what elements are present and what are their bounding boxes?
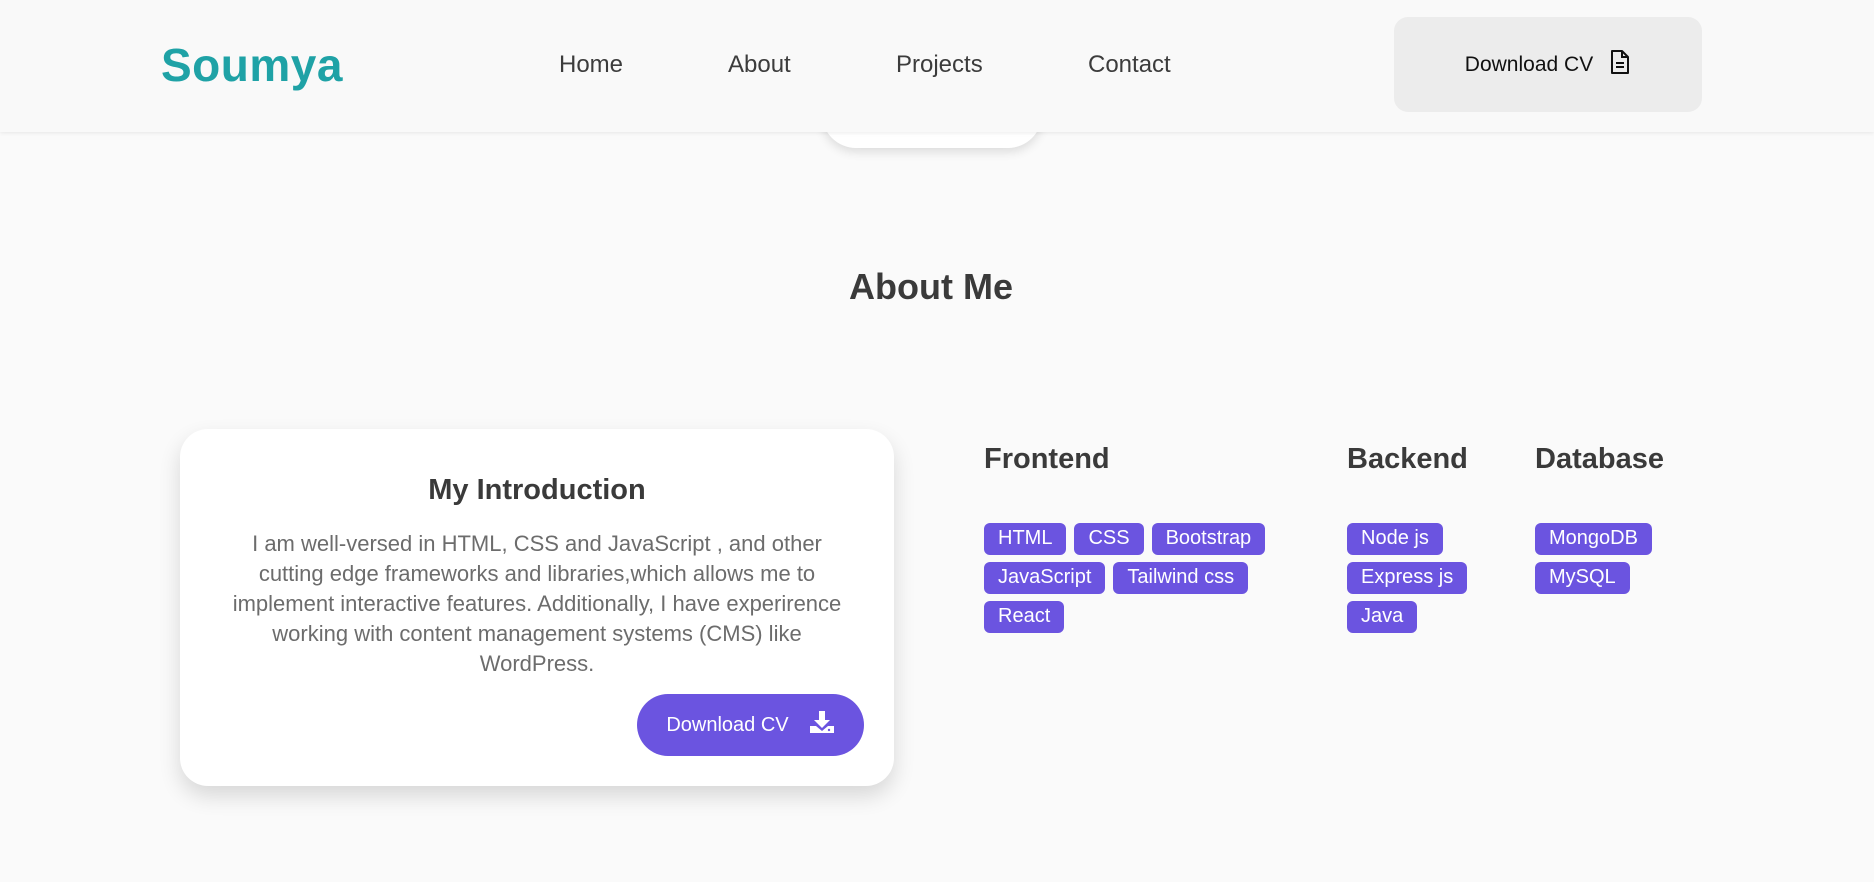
skill-tag: MySQL bbox=[1535, 562, 1630, 594]
skills-backend-tags: Node js Express js Java bbox=[1347, 523, 1497, 633]
navbar: Soumya Home About Projects Contact Downl… bbox=[0, 0, 1874, 132]
download-cv-card-label: Download CV bbox=[666, 713, 789, 736]
skill-tag: Java bbox=[1347, 601, 1418, 633]
skills-frontend-tags: HTML CSS Bootstrap JavaScript Tailwind c… bbox=[984, 523, 1304, 633]
skills-backend-title: Backend bbox=[1347, 443, 1468, 475]
logo[interactable]: Soumya bbox=[161, 38, 343, 92]
skill-tag: Bootstrap bbox=[1151, 523, 1266, 555]
skills-backend: Backend Node js Express js Java bbox=[1347, 443, 1497, 633]
skills-database-title: Database bbox=[1535, 443, 1664, 475]
download-icon bbox=[809, 710, 835, 740]
intro-title: My Introduction bbox=[428, 474, 646, 506]
section-title: About Me bbox=[849, 266, 1013, 307]
nav-projects[interactable]: Projects bbox=[896, 51, 983, 79]
skills-frontend-title: Frontend bbox=[984, 443, 1110, 475]
nav-home[interactable]: Home bbox=[559, 51, 623, 79]
skills-database-tags: MongoDB MySQL bbox=[1535, 523, 1705, 594]
skills-frontend: Frontend HTML CSS Bootstrap JavaScript T… bbox=[984, 443, 1304, 633]
skill-tag: JavaScript bbox=[984, 562, 1106, 594]
skill-tag: MongoDB bbox=[1535, 523, 1652, 555]
skill-tag: HTML bbox=[984, 523, 1067, 555]
skill-tag: React bbox=[984, 601, 1065, 633]
skill-tag: Node js bbox=[1347, 523, 1443, 555]
skill-tag: Express js bbox=[1347, 562, 1468, 594]
skill-tag: CSS bbox=[1074, 523, 1144, 555]
intro-text: I am well-versed in HTML, CSS and JavaSc… bbox=[232, 531, 842, 676]
introduction-card: My Introduction I am well-versed in HTML… bbox=[180, 429, 894, 786]
skills-database: Database MongoDB MySQL bbox=[1535, 443, 1705, 594]
document-icon bbox=[1609, 49, 1631, 81]
nav-about[interactable]: About bbox=[728, 51, 791, 79]
skill-tag: Tailwind css bbox=[1113, 562, 1249, 594]
download-cv-button[interactable]: Download CV bbox=[1394, 17, 1702, 112]
nav-contact[interactable]: Contact bbox=[1088, 51, 1171, 79]
download-cv-card-button[interactable]: Download CV bbox=[637, 694, 864, 756]
download-cv-label: Download CV bbox=[1464, 52, 1594, 76]
